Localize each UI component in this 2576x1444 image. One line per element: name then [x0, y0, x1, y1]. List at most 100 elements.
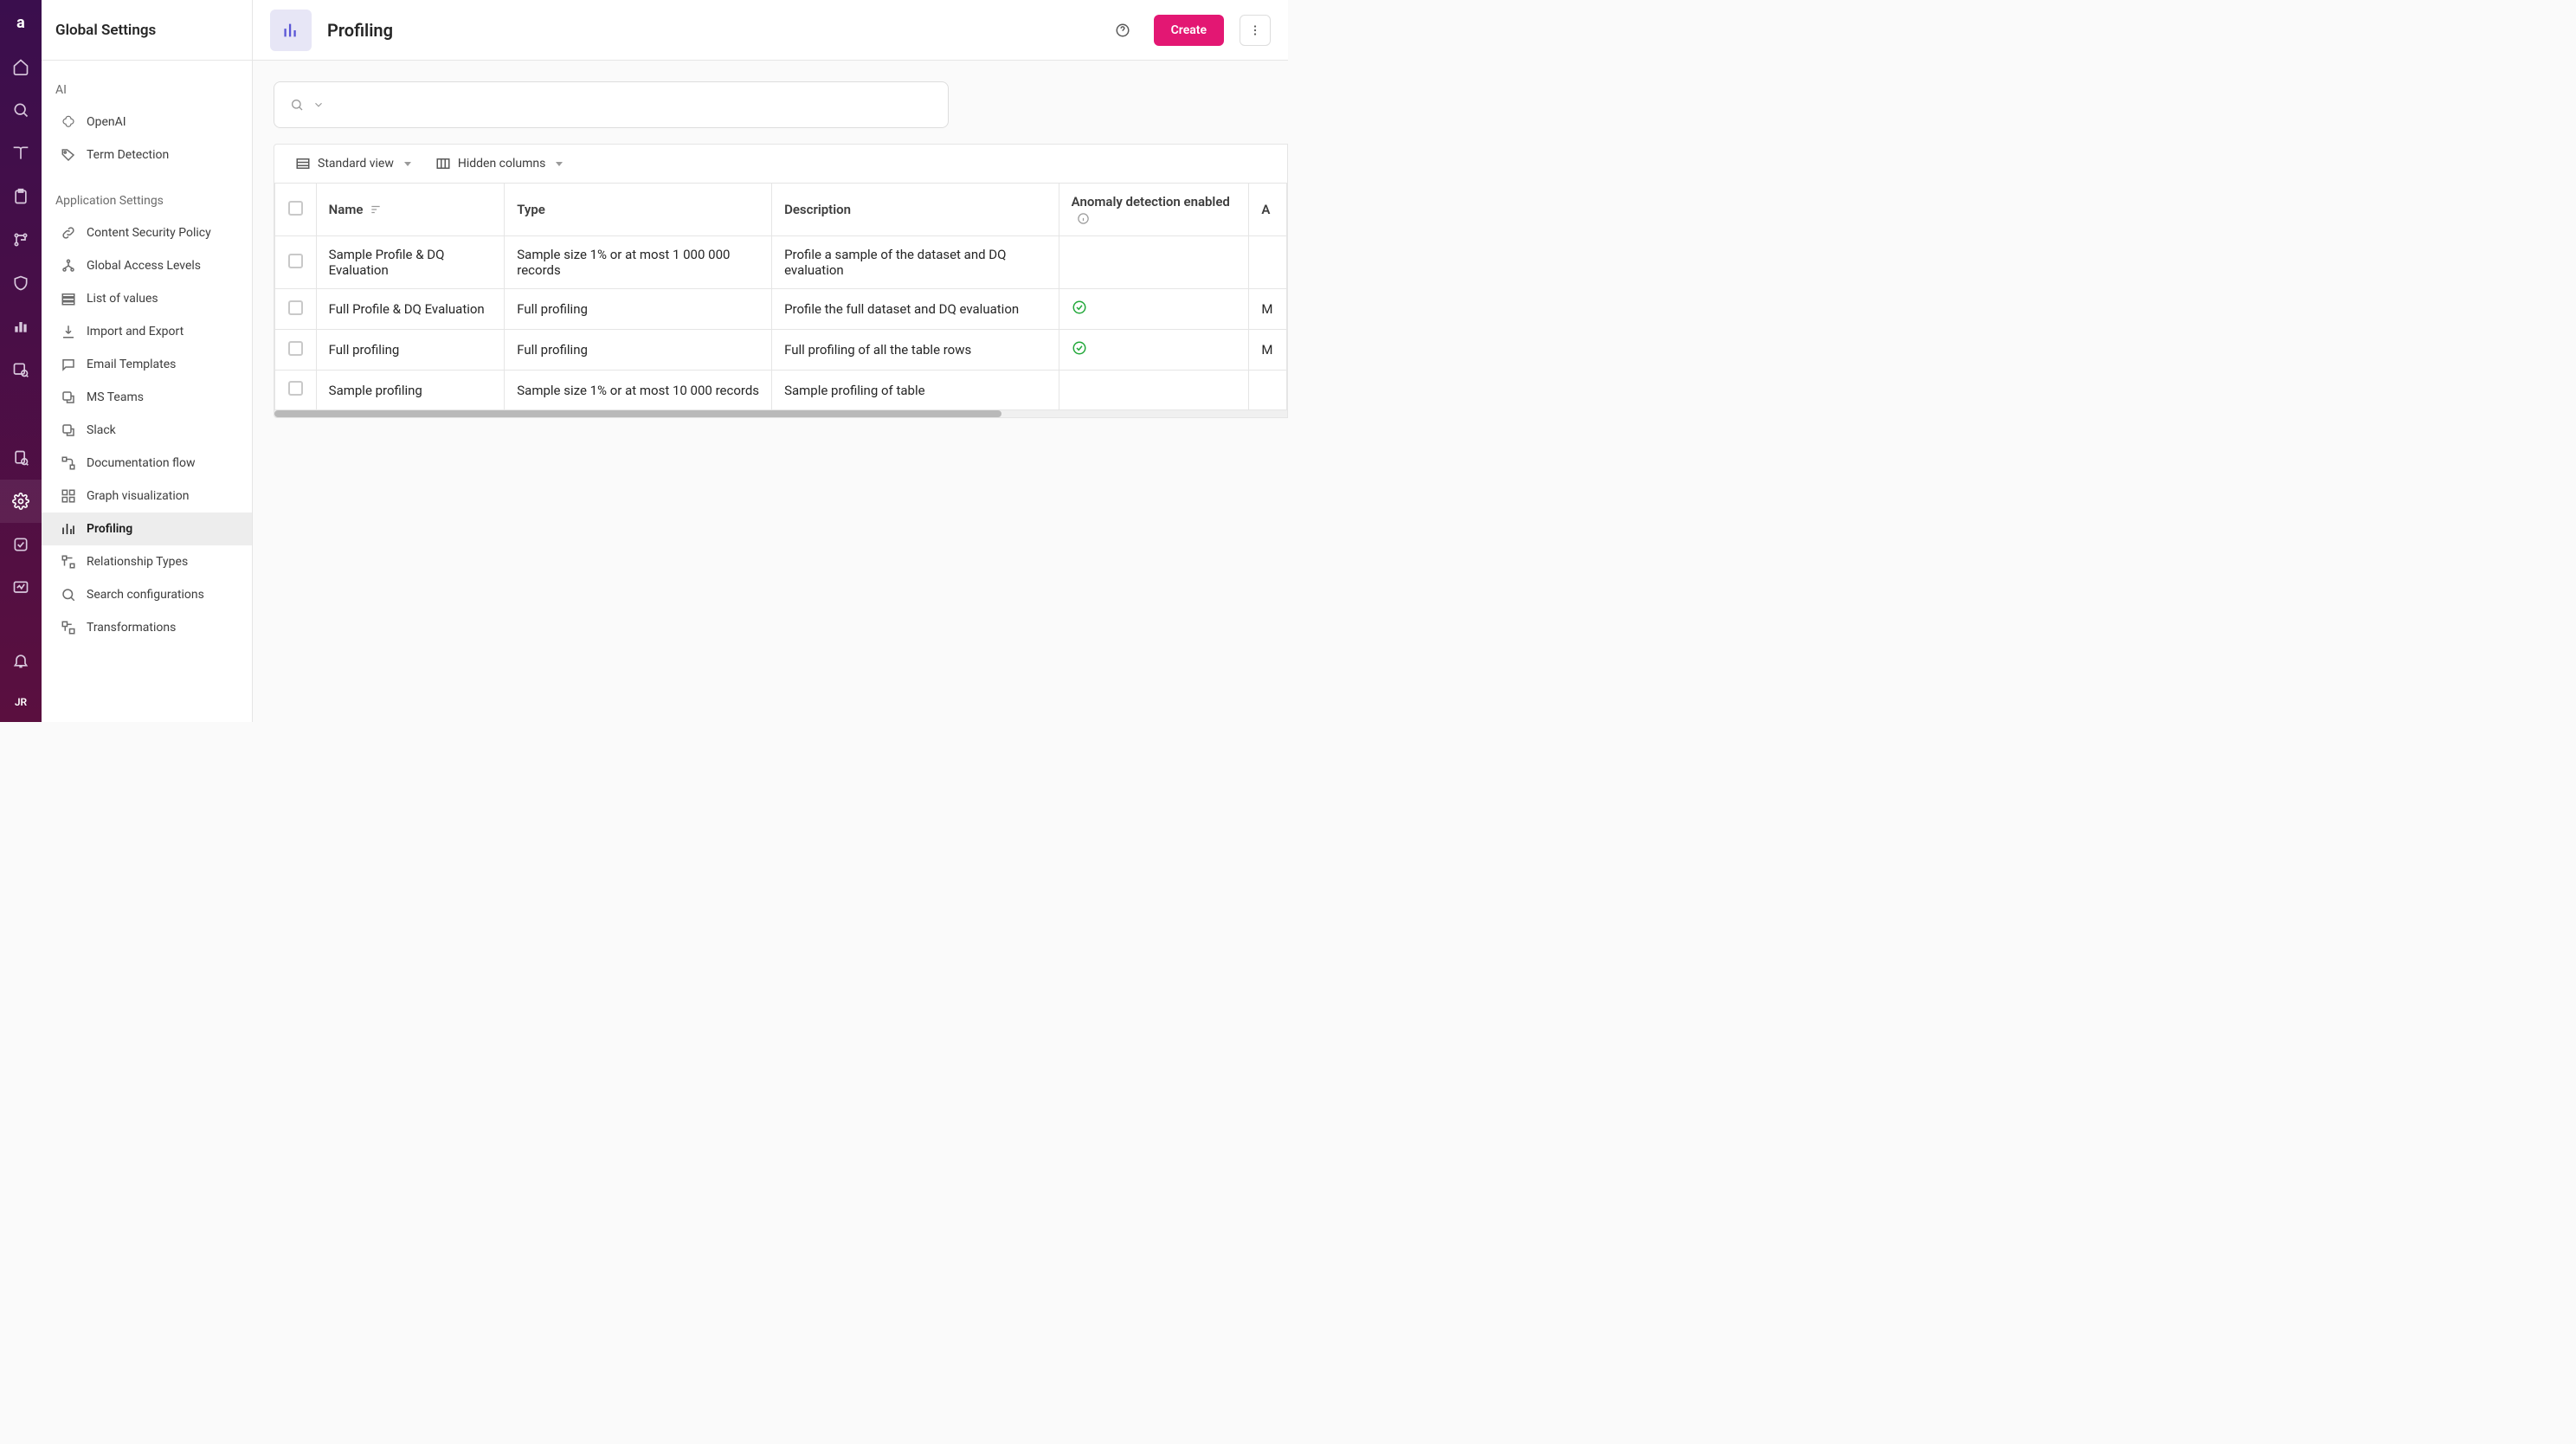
view-label: Standard view	[318, 157, 394, 171]
rail-monitor[interactable]	[0, 566, 42, 609]
sidebar-item-csp[interactable]: Content Security Policy	[42, 216, 252, 249]
sidebar-item-label: MS Teams	[87, 390, 144, 404]
rows-icon	[61, 291, 76, 306]
cell-a	[1249, 236, 1287, 289]
rail-notifications[interactable]	[0, 639, 42, 682]
rail-tasks[interactable]	[0, 523, 42, 566]
table-row[interactable]: Full profilingFull profilingFull profili…	[275, 330, 1287, 371]
search-input[interactable]	[333, 97, 932, 113]
column-a[interactable]: A	[1249, 184, 1287, 236]
settings-sidebar: Global Settings AI OpenAI Term Detection…	[42, 0, 253, 722]
column-type[interactable]: Type	[505, 184, 772, 236]
sidebar-item-transformations[interactable]: Transformations	[42, 611, 252, 644]
sidebar-item-gal[interactable]: Global Access Levels	[42, 249, 252, 282]
table-row[interactable]: Full Profile & DQ EvaluationFull profili…	[275, 289, 1287, 330]
rail-audit[interactable]	[0, 436, 42, 480]
cell-type: Full profiling	[505, 289, 772, 330]
sidebar-item-label: List of values	[87, 292, 158, 306]
row-select[interactable]	[275, 289, 317, 330]
page-title: Profiling	[327, 20, 393, 41]
rail-settings[interactable]	[0, 480, 42, 523]
row-select[interactable]	[275, 371, 317, 410]
rail-clipboard[interactable]	[0, 175, 42, 218]
cell-a: M	[1249, 330, 1287, 371]
sidebar-item-label: Documentation flow	[87, 456, 195, 470]
check-circle-icon	[1072, 300, 1087, 315]
checkbox[interactable]	[288, 341, 303, 356]
bar-chart-icon	[61, 521, 76, 537]
view-selector[interactable]: Standard view	[295, 156, 411, 171]
rail-shield[interactable]	[0, 261, 42, 305]
checkbox[interactable]	[288, 381, 303, 396]
rail-inspect[interactable]	[0, 348, 42, 391]
sidebar-item-slack[interactable]: Slack	[42, 414, 252, 447]
cell-anomaly	[1059, 236, 1249, 289]
chevron-down-icon[interactable]	[312, 99, 325, 111]
tag-icon	[61, 147, 76, 163]
checkbox[interactable]	[288, 300, 303, 315]
table-row[interactable]: Sample Profile & DQ EvaluationSample siz…	[275, 236, 1287, 289]
openai-icon	[61, 114, 76, 130]
flow-icon	[61, 455, 76, 471]
create-button[interactable]: Create	[1154, 15, 1224, 46]
select-all-header[interactable]	[275, 184, 317, 236]
cell-type: Sample size 1% or at most 1 000 000 reco…	[505, 236, 772, 289]
sidebar-item-profiling[interactable]: Profiling	[42, 512, 252, 545]
row-select[interactable]	[275, 330, 317, 371]
sidebar-item-label: Graph visualization	[87, 489, 189, 503]
rail-chart[interactable]	[0, 305, 42, 348]
sidebar-item-graph[interactable]: Graph visualization	[42, 480, 252, 512]
hidden-columns-selector[interactable]: Hidden columns	[435, 156, 563, 171]
sidebar-item-import-export[interactable]: Import and Export	[42, 315, 252, 348]
checkbox[interactable]	[288, 254, 303, 268]
more-button[interactable]	[1240, 15, 1271, 46]
table-row[interactable]: Sample profilingSample size 1% or at mos…	[275, 371, 1287, 410]
cell-description: Profile the full dataset and DQ evaluati…	[772, 289, 1059, 330]
help-button[interactable]	[1107, 15, 1138, 46]
row-select[interactable]	[275, 236, 317, 289]
square-link-icon	[61, 390, 76, 405]
grid-icon	[61, 488, 76, 504]
sidebar-item-docflow[interactable]: Documentation flow	[42, 447, 252, 480]
page-icon	[270, 10, 312, 51]
sidebar-item-label: Profiling	[87, 522, 132, 536]
transform-icon	[61, 620, 76, 635]
section-app-label: Application Settings	[42, 187, 252, 216]
link-icon	[61, 225, 76, 241]
kebab-icon	[1247, 23, 1263, 38]
sort-icon	[370, 203, 382, 216]
cell-description: Full profiling of all the table rows	[772, 330, 1059, 371]
column-anomaly[interactable]: Anomaly detection enabled	[1059, 184, 1249, 236]
check-circle-icon	[1072, 340, 1087, 356]
sidebar-item-label: Global Access Levels	[87, 259, 201, 273]
sidebar-item-msteams[interactable]: MS Teams	[42, 381, 252, 414]
column-name[interactable]: Name	[316, 184, 505, 236]
chevron-down-icon	[556, 162, 563, 166]
sidebar-item-label: Content Security Policy	[87, 226, 211, 240]
rail-home[interactable]	[0, 45, 42, 88]
sidebar-item-search-config[interactable]: Search configurations	[42, 578, 252, 611]
rail-search[interactable]	[0, 88, 42, 132]
app-logo[interactable]: a	[0, 0, 42, 45]
column-description[interactable]: Description	[772, 184, 1059, 236]
sidebar-item-email[interactable]: Email Templates	[42, 348, 252, 381]
search-box[interactable]	[274, 81, 949, 128]
sidebar-item-openai[interactable]: OpenAI	[42, 106, 252, 139]
sidebar-item-term-detection[interactable]: Term Detection	[42, 139, 252, 171]
nav-rail: a JR	[0, 0, 42, 722]
user-avatar[interactable]: JR	[0, 682, 42, 722]
horizontal-scrollbar[interactable]	[274, 410, 1287, 417]
cell-description: Profile a sample of the dataset and DQ e…	[772, 236, 1059, 289]
sidebar-item-relationships[interactable]: Relationship Types	[42, 545, 252, 578]
rail-flow[interactable]	[0, 218, 42, 261]
scrollbar-thumb[interactable]	[274, 410, 1001, 417]
sidebar-item-label: Term Detection	[87, 148, 169, 162]
table-icon	[295, 156, 311, 171]
sidebar-item-lov[interactable]: List of values	[42, 282, 252, 315]
checkbox[interactable]	[288, 201, 303, 216]
page-header: Profiling Create	[253, 0, 1288, 61]
info-icon[interactable]	[1077, 212, 1090, 225]
sidebar-item-label: Email Templates	[87, 358, 176, 371]
rail-book[interactable]	[0, 132, 42, 175]
sidebar-item-label: Transformations	[87, 621, 176, 635]
